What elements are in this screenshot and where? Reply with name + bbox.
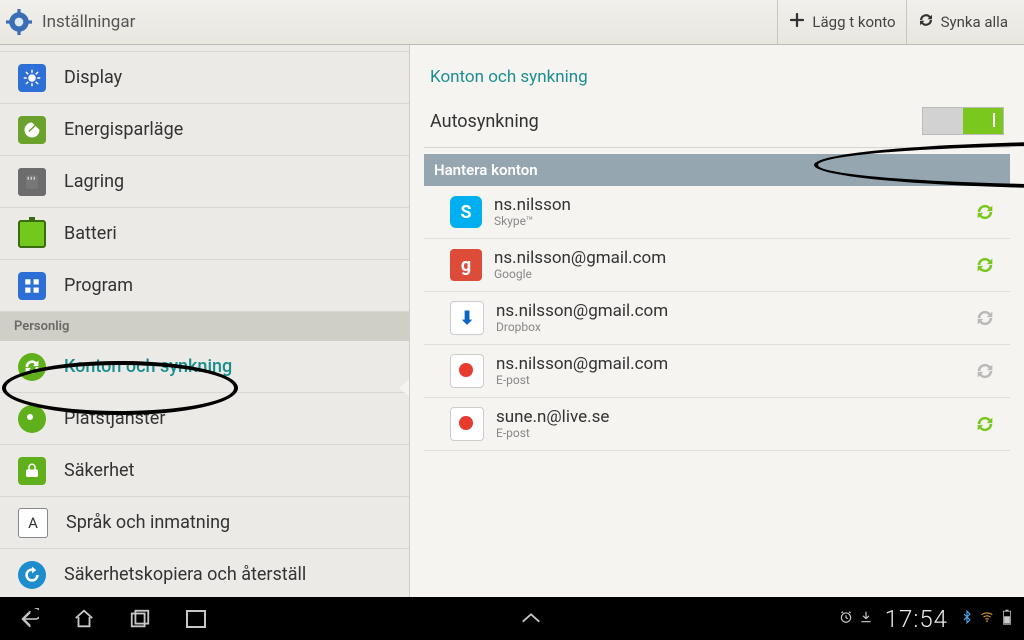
sd-card-icon	[18, 168, 46, 196]
sync-status-icon	[974, 201, 996, 223]
account-row[interactable]: ⬇ ns.nilsson@gmail.comDropbox	[424, 292, 1010, 345]
sidebar-item-label: Konton och synkning	[64, 356, 232, 377]
sidebar-item-label: Lagring	[64, 171, 124, 192]
sidebar-section-personal: Personlig	[0, 312, 409, 341]
account-name: ns.nilsson@gmail.com	[494, 249, 974, 268]
sidebar-item-battery[interactable]: Batteri	[0, 208, 409, 260]
bluetooth-icon	[960, 609, 974, 630]
account-text: ns.nilsson@gmail.comGoogle	[494, 249, 974, 282]
leaf-icon	[18, 116, 46, 144]
account-service-icon: ⬇	[450, 301, 484, 335]
account-service: Skype™	[494, 214, 974, 228]
sidebar-item-security[interactable]: Säkerhet	[0, 445, 409, 497]
sync-status-icon	[974, 413, 996, 435]
autosync-row[interactable]: Autosynkning	[424, 103, 1010, 148]
page-title: Inställningar	[42, 12, 135, 32]
account-service: Google	[494, 267, 974, 281]
download-icon	[859, 609, 873, 630]
content-area: Display Energisparläge Lagring Batteri P…	[0, 45, 1024, 597]
account-name: sune.n@live.se	[496, 408, 974, 427]
account-service-icon: S	[450, 196, 482, 228]
sidebar-item-label: Språk och inmatning	[66, 512, 230, 533]
battery-icon	[18, 220, 46, 248]
sidebar-item-label: Batteri	[64, 223, 117, 244]
battery-status-icon	[1000, 609, 1014, 630]
account-name: ns.nilsson@gmail.com	[496, 355, 974, 374]
account-text: sune.n@live.seE-post	[496, 408, 974, 441]
screenshot-button[interactable]	[168, 597, 224, 640]
title-group: Inställningar	[6, 9, 135, 35]
backup-icon	[18, 561, 46, 589]
account-text: ns.nilsson@gmail.comE-post	[496, 355, 974, 388]
sidebar-item-storage[interactable]: Lagring	[0, 156, 409, 208]
account-service-icon: g	[450, 249, 482, 281]
account-service-icon	[450, 407, 484, 441]
sidebar-item-label: Platstjänster	[64, 408, 165, 429]
sync-all-button[interactable]: Synka alla	[906, 0, 1018, 44]
sidebar-item-label: Display	[64, 67, 122, 88]
display-icon	[18, 64, 46, 92]
nav-expand-button[interactable]	[224, 610, 839, 629]
account-name: ns.nilsson@gmail.com	[496, 302, 974, 321]
manage-accounts-header: Hantera konton	[424, 154, 1010, 186]
status-tray[interactable]: 17:54	[839, 605, 1024, 633]
account-service-icon	[450, 354, 484, 388]
apps-icon	[18, 272, 46, 300]
account-text: ns.nilssonSkype™	[494, 196, 974, 229]
account-row[interactable]: g ns.nilsson@gmail.comGoogle	[424, 239, 1010, 292]
settings-sidebar: Display Energisparläge Lagring Batteri P…	[0, 45, 410, 597]
add-account-label: Lägg t konto	[812, 13, 895, 31]
accounts-list: Sns.nilssonSkype™gns.nilsson@gmail.comGo…	[424, 186, 1010, 451]
security-icon	[18, 457, 46, 485]
sync-icon	[917, 11, 935, 33]
sync-status-icon	[974, 254, 996, 276]
detail-title: Konton och synkning	[430, 67, 1010, 87]
account-text: ns.nilsson@gmail.comDropbox	[496, 302, 974, 335]
sidebar-item-location[interactable]: Platstjänster	[0, 393, 409, 445]
account-row[interactable]: sune.n@live.seE-post	[424, 398, 1010, 451]
sidebar-item-label: Energisparläge	[64, 119, 183, 140]
account-service: E-post	[496, 426, 974, 440]
back-button[interactable]	[0, 597, 56, 640]
sync-circle-icon	[18, 353, 46, 381]
sidebar-item-peek[interactable]	[0, 45, 409, 52]
autosync-toggle[interactable]	[922, 107, 1004, 135]
settings-gear-icon	[6, 9, 32, 35]
autosync-label: Autosynkning	[430, 111, 922, 132]
toggle-on-segment	[963, 108, 1003, 134]
app-top-bar: Inställningar Lägg t konto Synka alla	[0, 0, 1024, 45]
sidebar-item-label: Säkerhet	[64, 460, 134, 481]
sidebar-item-language[interactable]: A Språk och inmatning	[0, 497, 409, 549]
account-service: Dropbox	[496, 320, 974, 334]
system-nav-bar: 17:54	[0, 597, 1024, 640]
sidebar-item-label: Säkerhetskopiera och återställ	[64, 564, 306, 585]
sidebar-item-apps[interactable]: Program	[0, 260, 409, 312]
toggle-off-segment	[923, 108, 963, 134]
alarm-icon	[839, 609, 853, 630]
sidebar-item-backup[interactable]: Säkerhetskopiera och återställ	[0, 549, 409, 597]
account-name: ns.nilsson	[494, 196, 974, 215]
status-clock: 17:54	[885, 605, 948, 633]
screenshot-icon	[186, 610, 206, 628]
sync-status-icon	[974, 360, 996, 382]
sidebar-item-display[interactable]: Display	[0, 52, 409, 104]
caret-up-icon	[520, 610, 542, 629]
location-icon	[18, 405, 46, 433]
plus-icon	[788, 11, 806, 33]
sync-status-icon	[974, 307, 996, 329]
wifi-icon	[980, 609, 994, 630]
recent-apps-button[interactable]	[112, 597, 168, 640]
home-button[interactable]	[56, 597, 112, 640]
language-icon: A	[18, 508, 48, 538]
detail-panel: Konton och synkning Autosynkning Hantera…	[410, 45, 1024, 597]
sync-all-label: Synka alla	[941, 13, 1008, 31]
sidebar-item-label: Program	[64, 275, 133, 296]
account-row[interactable]: ns.nilsson@gmail.comE-post	[424, 345, 1010, 398]
sidebar-item-powersave[interactable]: Energisparläge	[0, 104, 409, 156]
active-indicator-notch	[399, 378, 410, 398]
sidebar-item-accounts-sync[interactable]: Konton och synkning	[0, 341, 409, 393]
add-account-button[interactable]: Lägg t konto	[777, 0, 905, 44]
account-row[interactable]: Sns.nilssonSkype™	[424, 186, 1010, 239]
account-service: E-post	[496, 373, 974, 387]
